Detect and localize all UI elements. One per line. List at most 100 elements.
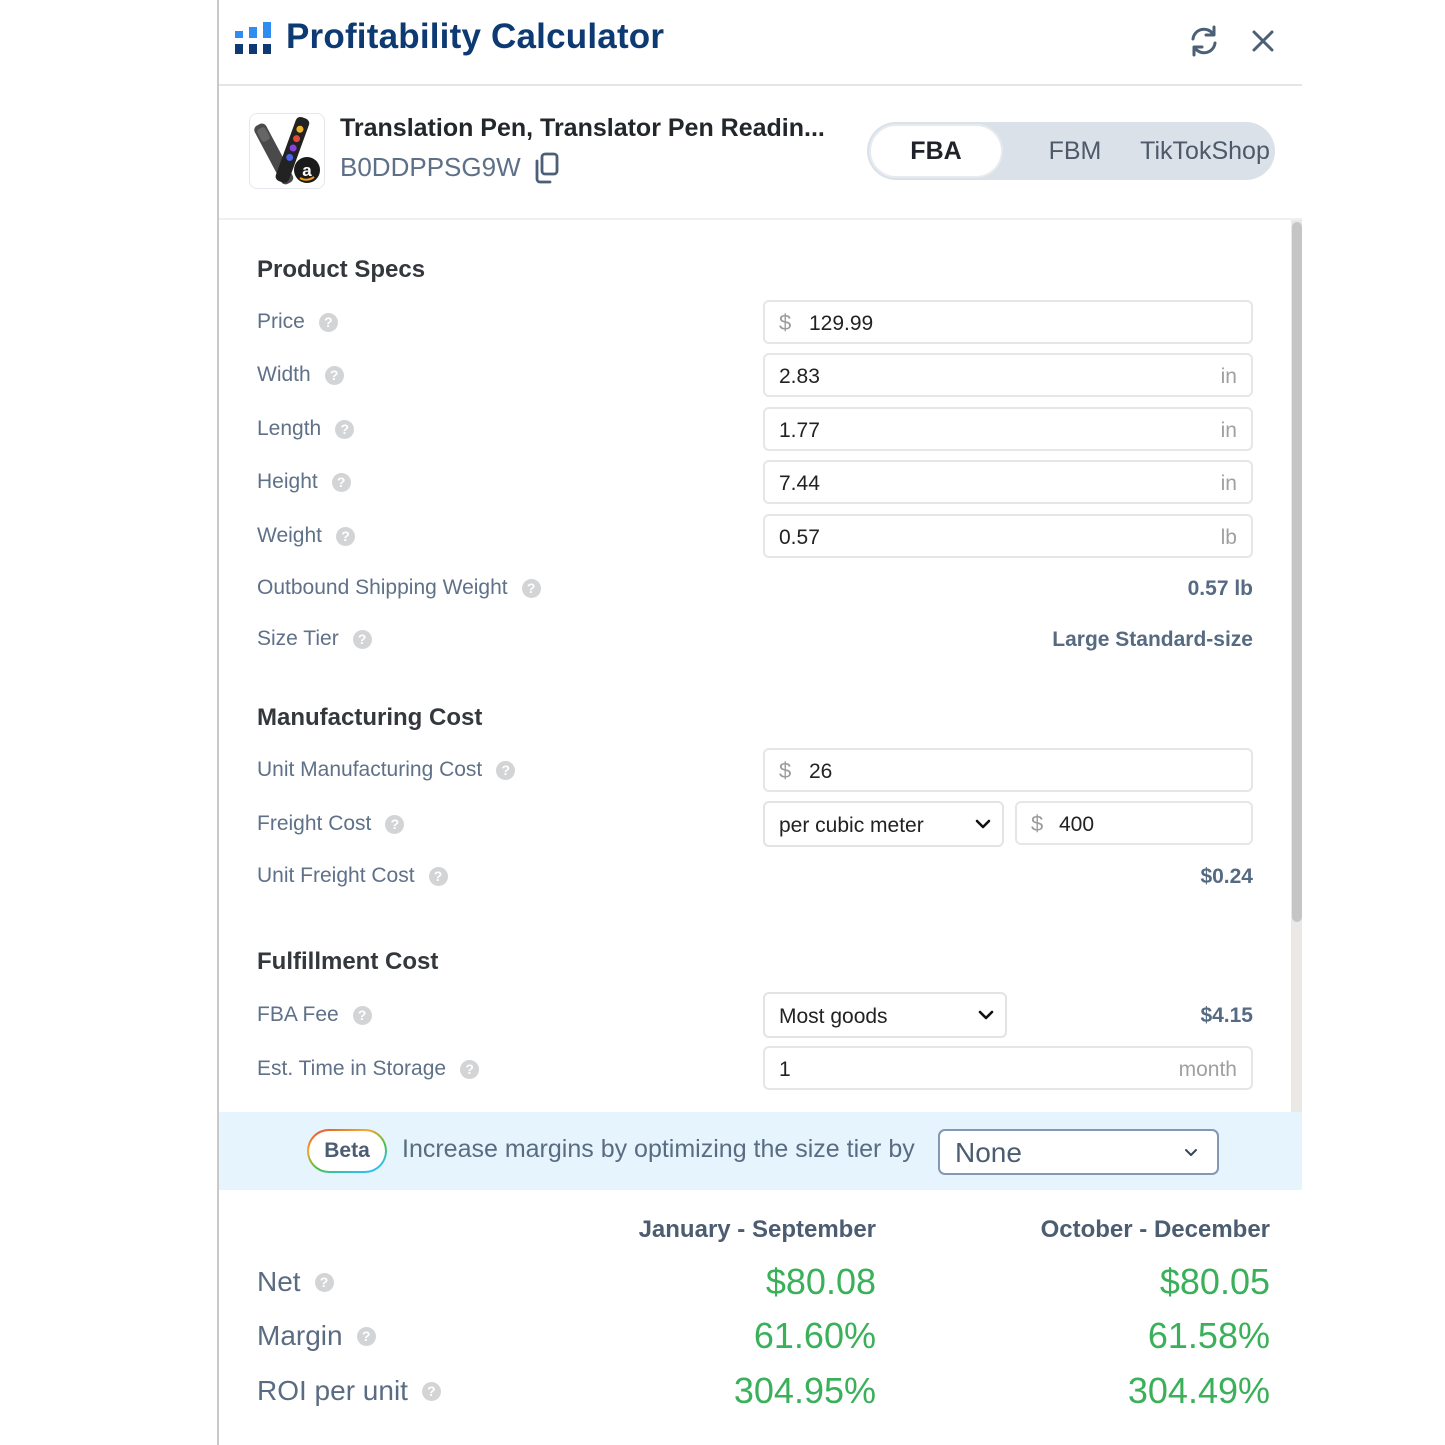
weight-label-text: Weight <box>257 524 322 547</box>
beta-badge: Beta <box>307 1129 387 1173</box>
help-icon[interactable]: ? <box>314 1272 334 1292</box>
storage-time-unit: month <box>1178 1058 1237 1081</box>
calculator-form-scroll-area: Product Specs Price ? $ 129.99 Width ? 2… <box>219 220 1302 1112</box>
results-column-oct-dec: October - December <box>1040 1216 1270 1243</box>
price-label-text: Price <box>257 310 305 333</box>
scrollbar-thumb[interactable] <box>1292 222 1302 922</box>
size-tier-optimization-select[interactable]: None <box>938 1129 1219 1175</box>
help-icon[interactable]: ? <box>324 365 344 385</box>
size-tier-label-text: Size Tier <box>257 627 339 650</box>
help-icon[interactable]: ? <box>335 419 355 439</box>
product-summary: a Translation Pen, Translator Pen Readin… <box>219 86 1302 220</box>
tab-fba[interactable]: FBA <box>871 126 1001 176</box>
banner-text: Increase margins by optimizing the size … <box>402 1135 915 1163</box>
storage-time-label: Est. Time in Storage ? <box>257 1057 480 1081</box>
weight-label: Weight ? <box>257 524 355 548</box>
margin-label: Margin ? <box>257 1320 376 1352</box>
freight-cost-label-text: Freight Cost <box>257 812 372 835</box>
length-input[interactable]: 1.77 in <box>763 407 1253 451</box>
net-jan-sep-value: $80.08 <box>765 1261 876 1302</box>
fulfillment-channel-tabs: FBA FBM TikTokShop <box>867 122 1275 180</box>
chevron-down-icon <box>975 819 991 829</box>
help-icon[interactable]: ? <box>318 312 338 332</box>
size-tier-optimization-value: None <box>955 1137 1022 1168</box>
roi-jan-sep-value: 304.95% <box>733 1370 876 1411</box>
fba-fee-value: $4.15 <box>1200 1004 1253 1027</box>
unit-freight-cost-label-text: Unit Freight Cost <box>257 864 415 887</box>
close-icon[interactable] <box>1246 24 1280 58</box>
height-value[interactable]: 7.44 <box>779 472 820 496</box>
margin-label-text: Margin <box>257 1320 343 1351</box>
bar-chart-logo-icon <box>235 22 271 54</box>
margin-oct-dec-value: 61.58% <box>1147 1315 1270 1356</box>
help-icon[interactable]: ? <box>356 1326 376 1346</box>
section-title-manufacturing-cost: Manufacturing Cost <box>257 704 483 731</box>
currency-symbol: $ <box>779 310 792 335</box>
tab-fbm[interactable]: FBM <box>1015 126 1135 176</box>
help-icon[interactable]: ? <box>352 1005 372 1025</box>
unit-manufacturing-cost-input[interactable]: $ 26 <box>763 748 1253 792</box>
header: Profitability Calculator <box>219 0 1302 86</box>
help-icon[interactable]: ? <box>331 472 351 492</box>
height-input[interactable]: 7.44 in <box>763 460 1253 504</box>
weight-input[interactable]: 0.57 lb <box>763 514 1253 558</box>
height-unit: in <box>1220 472 1237 495</box>
outbound-shipping-weight-label-text: Outbound Shipping Weight <box>257 576 508 599</box>
storage-time-label-text: Est. Time in Storage <box>257 1057 447 1080</box>
freight-cost-label: Freight Cost ? <box>257 812 405 836</box>
length-unit: in <box>1220 419 1237 442</box>
margin-jan-sep-value: 61.60% <box>753 1315 876 1356</box>
width-unit: in <box>1220 365 1237 388</box>
fba-fee-category-value: Most goods <box>779 1005 888 1028</box>
freight-basis-value: per cubic meter <box>779 814 924 837</box>
currency-symbol: $ <box>1031 811 1044 836</box>
tab-tiktokshop[interactable]: TikTokShop <box>1135 126 1275 176</box>
width-label: Width ? <box>257 363 344 387</box>
length-label: Length ? <box>257 417 355 441</box>
help-icon[interactable]: ? <box>385 814 405 834</box>
unit-freight-cost-label: Unit Freight Cost ? <box>257 864 448 888</box>
section-title-product-specs: Product Specs <box>257 256 426 283</box>
unit-freight-cost-value: $0.24 <box>1200 865 1253 888</box>
height-label-text: Height <box>257 470 318 493</box>
storage-time-value[interactable]: 1 <box>779 1058 791 1082</box>
width-label-text: Width <box>257 363 311 386</box>
help-icon[interactable]: ? <box>496 760 516 780</box>
refresh-icon[interactable] <box>1187 24 1221 58</box>
outbound-shipping-weight-value: 0.57 lb <box>1187 577 1253 600</box>
product-thumbnail: a <box>249 113 325 189</box>
freight-cost-value[interactable]: 400 <box>1059 813 1094 837</box>
help-icon[interactable]: ? <box>460 1059 480 1079</box>
roi-oct-dec-value: 304.49% <box>1127 1370 1270 1411</box>
section-title-fulfillment-cost: Fulfillment Cost <box>257 948 439 975</box>
copy-icon[interactable] <box>531 152 561 184</box>
outbound-shipping-weight-label: Outbound Shipping Weight ? <box>257 576 541 600</box>
translation-pen-image: a <box>254 116 320 185</box>
help-icon[interactable]: ? <box>428 866 448 886</box>
freight-cost-input[interactable]: $ 400 <box>1015 801 1253 845</box>
help-icon[interactable]: ? <box>421 1381 441 1401</box>
help-icon[interactable]: ? <box>521 578 541 598</box>
size-tier-label: Size Tier ? <box>257 627 372 651</box>
help-icon[interactable]: ? <box>352 629 372 649</box>
size-tier-value: Large Standard-size <box>1052 628 1253 651</box>
freight-basis-select[interactable]: per cubic meter <box>763 801 1004 847</box>
unit-manufacturing-cost-value[interactable]: 26 <box>809 760 832 784</box>
fba-fee-label-text: FBA Fee <box>257 1003 339 1026</box>
svg-text:a: a <box>302 161 312 180</box>
fba-fee-category-select[interactable]: Most goods <box>763 992 1007 1038</box>
price-input[interactable]: $ 129.99 <box>763 300 1253 344</box>
chevron-down-icon <box>978 1010 994 1020</box>
product-name[interactable]: Translation Pen, Translator Pen Readin..… <box>340 114 825 143</box>
help-icon[interactable]: ? <box>335 526 355 546</box>
weight-value[interactable]: 0.57 <box>779 526 820 550</box>
length-value[interactable]: 1.77 <box>779 419 820 443</box>
net-oct-dec-value: $80.05 <box>1159 1261 1270 1302</box>
currency-symbol: $ <box>779 758 792 783</box>
storage-time-input[interactable]: 1 month <box>763 1046 1253 1090</box>
price-value[interactable]: 129.99 <box>809 312 873 336</box>
page-title: Profitability Calculator <box>286 17 665 56</box>
roi-label: ROI per unit ? <box>257 1375 441 1407</box>
width-input[interactable]: 2.83 in <box>763 353 1253 397</box>
width-value[interactable]: 2.83 <box>779 365 820 389</box>
